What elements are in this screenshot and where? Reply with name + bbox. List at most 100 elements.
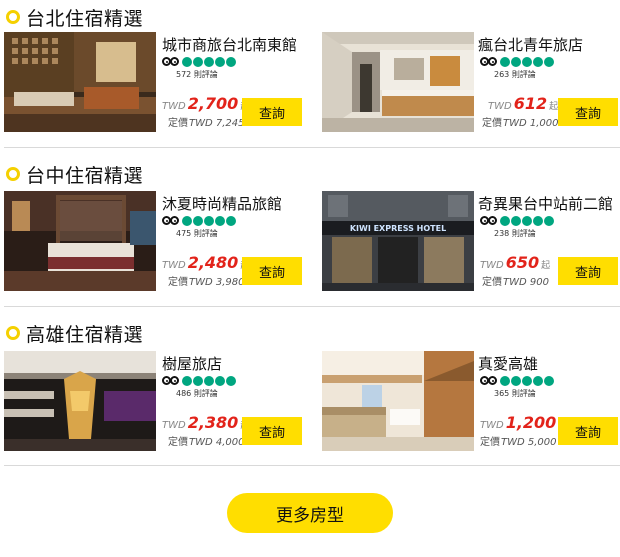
section-title: 台北住宿精選 xyxy=(26,7,144,30)
rating-bubble-icon xyxy=(204,215,214,226)
rating-bubble-icon xyxy=(533,375,543,386)
price-value: 2,480 xyxy=(187,253,239,272)
rating-bubble-icon xyxy=(215,56,225,67)
original-price: 定價TWD 900 xyxy=(482,273,549,288)
query-button[interactable]: 查詢 xyxy=(558,417,618,445)
price-from-label: 起 xyxy=(549,102,559,112)
query-button[interactable]: 查詢 xyxy=(242,98,302,126)
section-taipei: 台北住宿精選 城市商旅台北南東館 572 則評論 TWD 2,700 定價TWD… xyxy=(0,4,620,154)
price-currency: TWD xyxy=(162,260,186,271)
original-price-label: 定價 xyxy=(482,277,502,288)
rating-bubble-icon xyxy=(226,215,236,226)
hotel-name[interactable]: 奇異果台中站前二館 xyxy=(478,193,613,214)
rating-bubble-icon xyxy=(193,215,203,226)
section-title: 台中住宿精選 xyxy=(26,164,144,187)
price-currency: TWD xyxy=(162,420,186,431)
rating-bubble-icon xyxy=(544,375,554,386)
tripadvisor-owl-icon xyxy=(480,215,498,226)
review-count[interactable]: 475 則評論 xyxy=(176,228,218,239)
price-line: TWD 2,700 起 xyxy=(162,94,249,113)
more-rooms-button[interactable]: 更多房型 xyxy=(227,493,393,533)
hotel-photo[interactable] xyxy=(4,351,156,451)
rating-bubble-icon xyxy=(522,375,532,386)
price-line: TWD 650 起 xyxy=(480,253,550,272)
hotel-photo[interactable]: KIWI EXPRESS HOTEL xyxy=(322,191,474,291)
rating-bubble-icon xyxy=(193,56,203,67)
section-header: 台北住宿精選 xyxy=(6,4,143,30)
hotel-card[interactable]: 樹屋旅店 486 則評論 TWD 2,380 起 定價TWD 4,000 查詢 xyxy=(4,351,304,451)
price-value: 2,700 xyxy=(187,94,239,113)
price-from-label: 起 xyxy=(541,261,551,271)
rating-bubble-icon xyxy=(500,56,510,67)
tripadvisor-owl-icon xyxy=(162,375,180,386)
original-price: 定價TWD 4,000 xyxy=(168,433,245,448)
tripadvisor-rating xyxy=(480,375,555,386)
review-count[interactable]: 238 則評論 xyxy=(494,228,536,239)
price-line: TWD 2,480 起 xyxy=(162,253,249,272)
original-price-value: TWD 4,000 xyxy=(189,437,245,448)
hotel-name[interactable]: 沐夏時尚精品旅館 xyxy=(162,193,282,214)
hotel-name[interactable]: 瘋台北青年旅店 xyxy=(478,34,583,55)
original-price-label: 定價 xyxy=(168,277,188,288)
hotel-card[interactable]: 沐夏時尚精品旅館 475 則評論 TWD 2,480 起 定價TWD 3,980… xyxy=(4,191,304,291)
hotel-card[interactable]: KIWI EXPRESS HOTEL 奇異果台中站前二館 238 則評論 TWD… xyxy=(322,191,620,291)
rating-bubble-icon xyxy=(500,215,510,226)
original-price-value: TWD 3,980 xyxy=(189,277,245,288)
price-value: 650 xyxy=(505,253,540,272)
original-price: 定價TWD 7,245 xyxy=(168,114,245,129)
rating-bubble-icon xyxy=(204,56,214,67)
rating-bubble-icon xyxy=(226,375,236,386)
price-line: TWD 612 起 xyxy=(488,94,558,113)
original-price-value: TWD 900 xyxy=(503,277,549,288)
section-kaohsiung: 高雄住宿精選 樹屋旅店 486 則評論 TWD 2,380 起 xyxy=(0,320,620,470)
rating-bubble-icon xyxy=(193,375,203,386)
review-count[interactable]: 486 則評論 xyxy=(176,388,218,399)
rating-bubble-icon xyxy=(182,215,192,226)
hotel-card[interactable]: 城市商旅台北南東館 572 則評論 TWD 2,700 起 定價TWD 7,24… xyxy=(4,32,304,132)
hotel-name[interactable]: 城市商旅台北南東館 xyxy=(162,34,297,55)
original-price-label: 定價 xyxy=(480,437,500,448)
review-count[interactable]: 365 則評論 xyxy=(494,388,536,399)
tripadvisor-owl-icon xyxy=(162,56,180,67)
review-count[interactable]: 263 則評論 xyxy=(494,69,536,80)
hotel-card[interactable]: 瘋台北青年旅店 263 則評論 TWD 612 起 定價TWD 1,000 查詢 xyxy=(322,32,620,132)
price-currency: TWD xyxy=(488,101,512,112)
original-price-label: 定價 xyxy=(168,437,188,448)
review-count[interactable]: 572 則評論 xyxy=(176,69,218,80)
section-header: 高雄住宿精選 xyxy=(6,320,143,346)
price-line: TWD 2,380 起 xyxy=(162,413,249,432)
price-value: 2,380 xyxy=(187,413,239,432)
original-price-value: TWD 1,000 xyxy=(503,118,559,129)
rating-bubble-icon xyxy=(182,375,192,386)
hotel-photo[interactable] xyxy=(4,32,156,132)
hotel-photo[interactable] xyxy=(4,191,156,291)
query-button[interactable]: 查詢 xyxy=(242,417,302,445)
query-button[interactable]: 查詢 xyxy=(558,98,618,126)
hotel-name[interactable]: 樹屋旅店 xyxy=(162,353,222,374)
tripadvisor-rating xyxy=(162,215,237,226)
price-value: 612 xyxy=(513,94,548,113)
price-currency: TWD xyxy=(480,420,504,431)
hotel-name[interactable]: 真愛高雄 xyxy=(478,353,538,374)
original-price-value: TWD 7,245 xyxy=(189,118,245,129)
rating-bubble-icon xyxy=(511,215,521,226)
query-button[interactable]: 查詢 xyxy=(242,257,302,285)
rating-bubble-icon xyxy=(204,375,214,386)
rating-bubble-icon xyxy=(533,56,543,67)
rating-bubble-icon xyxy=(522,215,532,226)
section-header: 台中住宿精選 xyxy=(6,161,143,187)
rating-bubble-icon xyxy=(215,215,225,226)
original-price-label: 定價 xyxy=(482,118,502,129)
hotel-photo[interactable] xyxy=(322,351,474,451)
tripadvisor-owl-icon xyxy=(480,56,498,67)
bullet-icon xyxy=(6,326,20,340)
rating-bubble-icon xyxy=(511,56,521,67)
hotel-card[interactable]: 真愛高雄 365 則評論 TWD 1,200 起 定價TWD 5,000 查詢 xyxy=(322,351,620,451)
query-button[interactable]: 查詢 xyxy=(558,257,618,285)
original-price: 定價TWD 3,980 xyxy=(168,273,245,288)
tripadvisor-rating xyxy=(480,56,555,67)
section-divider xyxy=(4,465,620,466)
price-line: TWD 1,200 起 xyxy=(480,413,567,432)
hotel-photo[interactable] xyxy=(322,32,474,132)
rating-bubble-icon xyxy=(511,375,521,386)
